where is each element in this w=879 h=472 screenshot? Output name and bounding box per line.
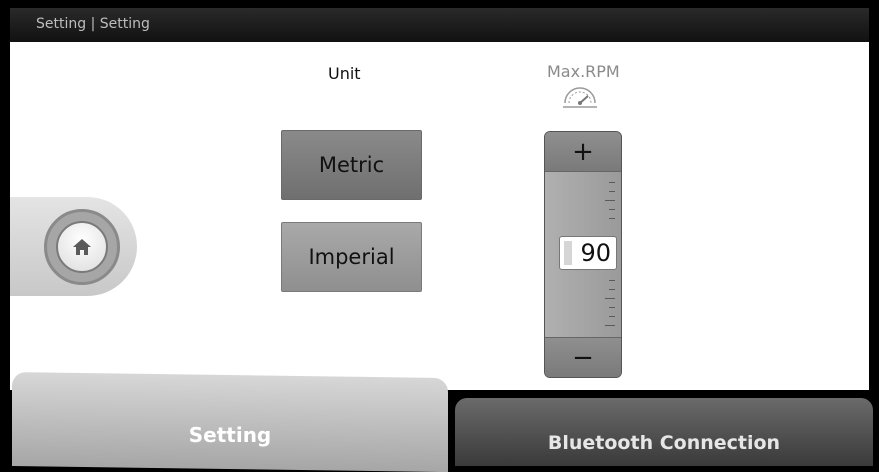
home-button-face[interactable]: [56, 221, 108, 273]
max-rpm-heading: Max.RPM: [547, 62, 620, 81]
settings-panel: Unit Max.RPM Metric Imperial + 90 −: [10, 42, 869, 390]
tab-setting-label: Setting: [188, 423, 272, 448]
home-button[interactable]: [44, 209, 120, 285]
rpm-value-field[interactable]: 90: [559, 236, 617, 270]
app-frame: Setting | Setting Unit Max.RPM Metric Im…: [0, 0, 879, 472]
breadcrumb: Setting | Setting: [36, 16, 150, 32]
rpm-decrement-button[interactable]: −: [545, 337, 621, 377]
imperial-button[interactable]: Imperial: [281, 222, 422, 292]
home-icon: [73, 239, 91, 255]
rpm-increment-button[interactable]: +: [545, 132, 621, 172]
speedometer-icon: [563, 87, 597, 108]
tab-bluetooth-connection[interactable]: Bluetooth Connection: [455, 398, 873, 466]
tab-bluetooth-label: Bluetooth Connection: [547, 432, 781, 454]
scale-ticks-upper: [601, 182, 615, 227]
scale-ticks-lower: [601, 280, 615, 334]
title-bar: Setting | Setting: [10, 8, 869, 42]
home-tab: [10, 197, 137, 296]
tab-setting[interactable]: Setting: [12, 372, 448, 472]
metric-button[interactable]: Metric: [281, 130, 422, 200]
max-rpm-stepper[interactable]: + 90 −: [544, 131, 622, 378]
unit-heading: Unit: [328, 64, 361, 83]
